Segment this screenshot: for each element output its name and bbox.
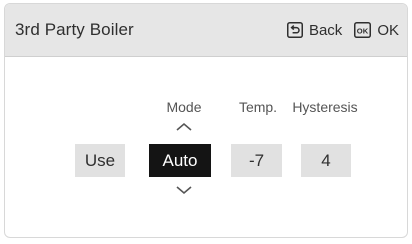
- ok-key-icon-text: OK: [357, 26, 369, 35]
- ok-key-icon: OK: [354, 22, 372, 38]
- ok-button[interactable]: OK OK: [354, 22, 399, 39]
- settings-screen: 3rd Party Boiler Back OK OK Mode Temp. H…: [4, 3, 408, 238]
- mode-down-button[interactable]: [174, 184, 194, 196]
- mode-value[interactable]: Auto: [149, 144, 211, 177]
- chevron-down-icon: [176, 186, 192, 195]
- hysteresis-column-label: Hysteresis: [292, 99, 358, 115]
- chevron-up-icon: [176, 122, 192, 131]
- header-bar: 3rd Party Boiler Back OK OK: [5, 4, 407, 57]
- header-actions: Back OK OK: [286, 19, 399, 41]
- ok-label: OK: [377, 21, 399, 39]
- mode-column-label: Mode: [166, 99, 202, 115]
- hysteresis-value[interactable]: 4: [301, 144, 351, 177]
- back-label: Back: [308, 21, 343, 39]
- back-button[interactable]: Back: [286, 21, 343, 39]
- back-icon: [286, 22, 303, 38]
- page-title: 3rd Party Boiler: [15, 20, 134, 39]
- temp-value[interactable]: -7: [231, 144, 282, 177]
- use-toggle[interactable]: Use: [75, 144, 125, 177]
- temp-column-label: Temp.: [238, 99, 278, 115]
- mode-up-button[interactable]: [174, 121, 194, 133]
